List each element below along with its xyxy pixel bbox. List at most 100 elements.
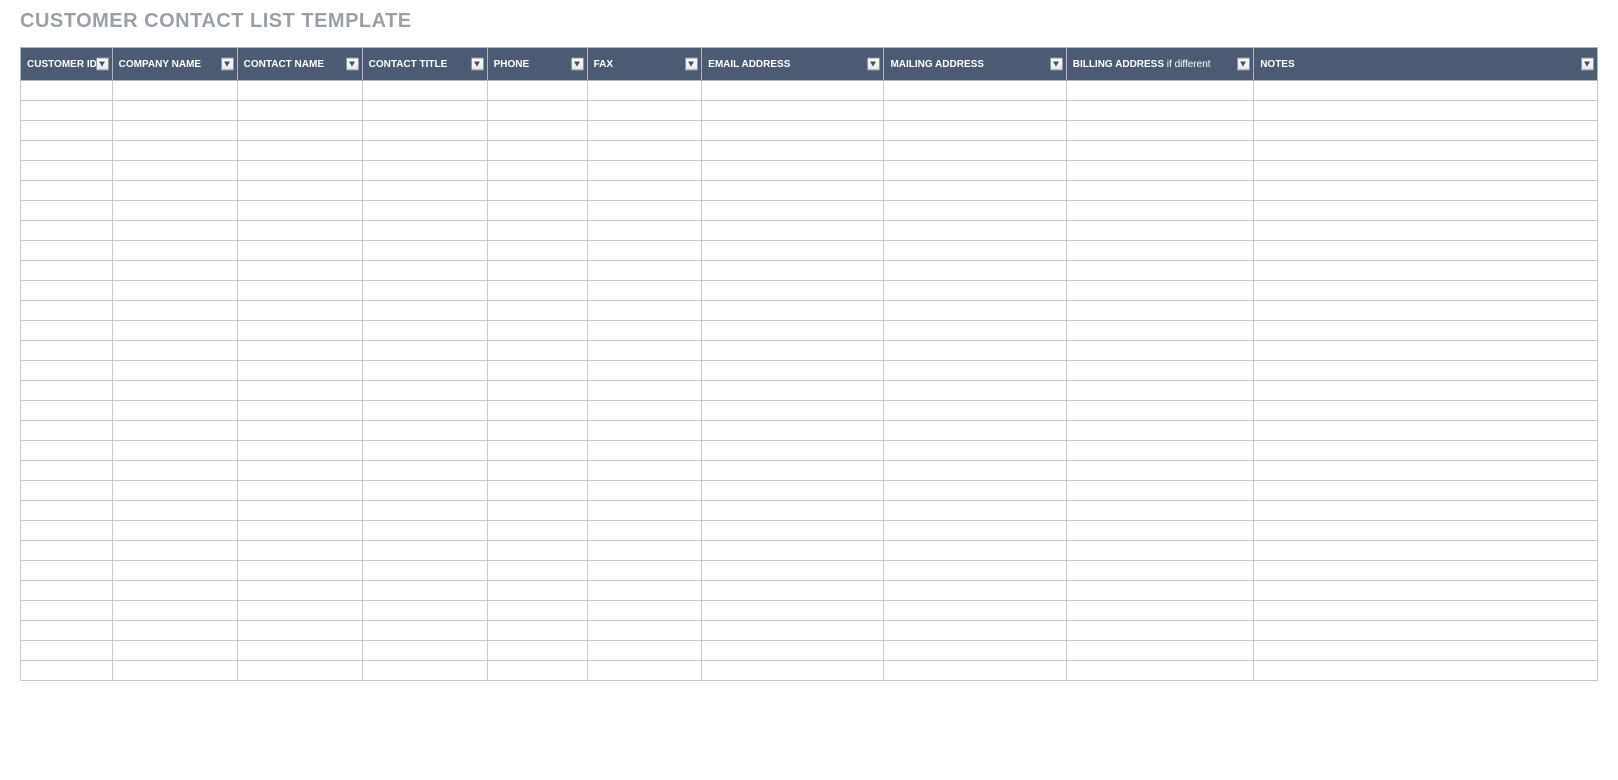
table-cell[interactable] [1066, 601, 1253, 621]
table-cell[interactable] [237, 101, 362, 121]
table-cell[interactable] [702, 301, 884, 321]
table-cell[interactable] [237, 361, 362, 381]
table-cell[interactable] [1254, 661, 1598, 681]
table-cell[interactable] [587, 481, 702, 501]
table-cell[interactable] [237, 81, 362, 101]
table-cell[interactable] [362, 541, 487, 561]
table-cell[interactable] [1066, 581, 1253, 601]
table-cell[interactable] [21, 541, 113, 561]
table-cell[interactable] [1254, 501, 1598, 521]
table-cell[interactable] [884, 641, 1066, 661]
table-cell[interactable] [21, 281, 113, 301]
filter-dropdown-icon[interactable] [1050, 58, 1063, 71]
table-cell[interactable] [587, 201, 702, 221]
table-cell[interactable] [702, 321, 884, 341]
table-cell[interactable] [112, 401, 237, 421]
table-cell[interactable] [587, 561, 702, 581]
table-cell[interactable] [884, 661, 1066, 681]
table-cell[interactable] [884, 341, 1066, 361]
table-cell[interactable] [21, 121, 113, 141]
table-cell[interactable] [702, 401, 884, 421]
table-cell[interactable] [112, 501, 237, 521]
table-cell[interactable] [587, 221, 702, 241]
table-cell[interactable] [1066, 501, 1253, 521]
table-cell[interactable] [587, 641, 702, 661]
table-cell[interactable] [487, 481, 587, 501]
table-cell[interactable] [112, 301, 237, 321]
table-cell[interactable] [702, 641, 884, 661]
table-cell[interactable] [21, 581, 113, 601]
table-cell[interactable] [1254, 261, 1598, 281]
table-cell[interactable] [1066, 101, 1253, 121]
table-cell[interactable] [884, 621, 1066, 641]
table-cell[interactable] [362, 261, 487, 281]
table-cell[interactable] [702, 621, 884, 641]
table-cell[interactable] [702, 461, 884, 481]
table-cell[interactable] [21, 341, 113, 361]
table-cell[interactable] [884, 541, 1066, 561]
table-cell[interactable] [237, 521, 362, 541]
table-cell[interactable] [1254, 281, 1598, 301]
table-cell[interactable] [362, 81, 487, 101]
table-cell[interactable] [1066, 181, 1253, 201]
table-cell[interactable] [237, 321, 362, 341]
table-cell[interactable] [362, 361, 487, 381]
table-cell[interactable] [237, 381, 362, 401]
table-cell[interactable] [362, 601, 487, 621]
table-cell[interactable] [21, 621, 113, 641]
table-cell[interactable] [237, 541, 362, 561]
table-cell[interactable] [702, 341, 884, 361]
table-cell[interactable] [362, 401, 487, 421]
table-cell[interactable] [587, 501, 702, 521]
table-cell[interactable] [702, 541, 884, 561]
table-cell[interactable] [884, 361, 1066, 381]
table-cell[interactable] [1254, 561, 1598, 581]
table-cell[interactable] [1254, 201, 1598, 221]
table-cell[interactable] [1254, 341, 1598, 361]
table-cell[interactable] [362, 101, 487, 121]
table-cell[interactable] [112, 181, 237, 201]
table-cell[interactable] [362, 521, 487, 541]
table-cell[interactable] [487, 161, 587, 181]
table-cell[interactable] [1066, 621, 1253, 641]
table-cell[interactable] [21, 161, 113, 181]
column-header[interactable]: NOTES [1254, 48, 1598, 81]
table-cell[interactable] [21, 261, 113, 281]
table-cell[interactable] [702, 201, 884, 221]
table-cell[interactable] [112, 581, 237, 601]
table-cell[interactable] [237, 121, 362, 141]
table-cell[interactable] [1066, 281, 1253, 301]
table-cell[interactable] [487, 341, 587, 361]
table-cell[interactable] [587, 601, 702, 621]
table-cell[interactable] [487, 641, 587, 661]
table-cell[interactable] [1066, 461, 1253, 481]
table-cell[interactable] [21, 561, 113, 581]
table-cell[interactable] [21, 301, 113, 321]
table-cell[interactable] [362, 381, 487, 401]
table-cell[interactable] [884, 101, 1066, 121]
table-cell[interactable] [587, 141, 702, 161]
table-cell[interactable] [1066, 161, 1253, 181]
table-cell[interactable] [487, 661, 587, 681]
table-cell[interactable] [1254, 81, 1598, 101]
table-cell[interactable] [702, 441, 884, 461]
table-cell[interactable] [1066, 141, 1253, 161]
table-cell[interactable] [237, 341, 362, 361]
table-cell[interactable] [702, 161, 884, 181]
table-cell[interactable] [112, 101, 237, 121]
table-cell[interactable] [1066, 361, 1253, 381]
table-cell[interactable] [1254, 601, 1598, 621]
table-cell[interactable] [362, 121, 487, 141]
table-cell[interactable] [21, 521, 113, 541]
table-cell[interactable] [21, 141, 113, 161]
table-cell[interactable] [1066, 661, 1253, 681]
table-cell[interactable] [587, 381, 702, 401]
table-cell[interactable] [587, 441, 702, 461]
table-cell[interactable] [587, 401, 702, 421]
table-cell[interactable] [112, 341, 237, 361]
table-cell[interactable] [587, 521, 702, 541]
table-cell[interactable] [702, 561, 884, 581]
table-cell[interactable] [21, 641, 113, 661]
table-cell[interactable] [587, 301, 702, 321]
table-cell[interactable] [884, 261, 1066, 281]
